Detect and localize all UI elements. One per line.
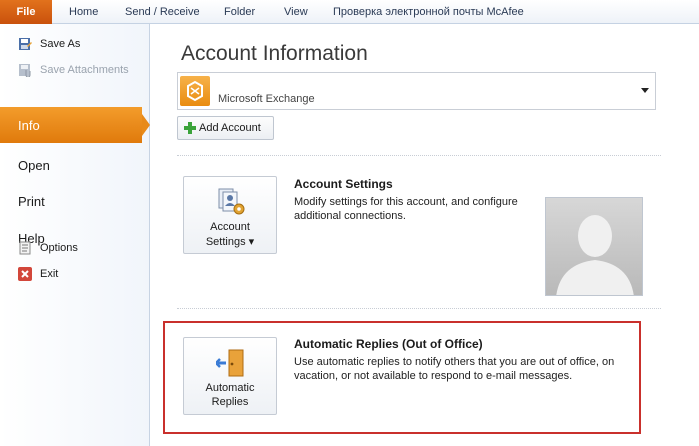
save-as-label: Save As (40, 38, 81, 50)
add-account-label: Add Account (199, 122, 261, 134)
tab-view[interactable]: View (284, 0, 308, 24)
account-info-panel: Account Information Microsoft Exchange A… (151, 24, 699, 446)
nav-open-label: Open (18, 157, 50, 173)
exit-label: Exit (40, 268, 59, 280)
account-settings-line1: Account (210, 221, 250, 233)
account-settings-description: Modify settings for this account, and co… (294, 195, 518, 223)
options-icon (18, 241, 32, 255)
save-as-button[interactable]: Save As (18, 34, 80, 54)
tab-file[interactable]: File (0, 0, 52, 24)
tab-send-receive[interactable]: Send / Receive (125, 0, 200, 24)
nav-info-label: Info (18, 117, 40, 133)
section-divider-2 (177, 308, 661, 309)
nav-active-arrow (142, 114, 150, 136)
account-settings-desc-line2: additional connections. (294, 210, 406, 222)
page-title: Account Information (181, 42, 368, 65)
tab-folder[interactable]: Folder (224, 0, 255, 24)
account-settings-icon (216, 187, 246, 217)
exit-button[interactable]: Exit (18, 264, 58, 284)
exit-icon (18, 267, 32, 281)
automatic-replies-desc-line1: Use automatic replies to notify others t… (294, 356, 615, 368)
nav-print[interactable]: Print (18, 189, 45, 213)
options-label: Options (40, 242, 78, 254)
exchange-icon (180, 76, 210, 106)
section-divider (177, 155, 661, 156)
chevron-down-icon[interactable] (641, 88, 649, 93)
automatic-replies-button[interactable]: Automatic Replies (183, 337, 277, 415)
contact-photo[interactable] (545, 197, 643, 296)
account-type: Microsoft Exchange (218, 93, 315, 105)
account-settings-line2: Settings ▾ (205, 236, 255, 248)
account-settings-desc-line1: Modify settings for this account, and co… (294, 196, 518, 208)
tab-home[interactable]: Home (69, 0, 98, 24)
nav-open[interactable]: Open (18, 153, 50, 177)
save-as-icon (18, 37, 32, 51)
save-attachments-button[interactable]: Save Attachments (18, 60, 129, 80)
tab-mcafee[interactable]: Проверка электронной почты McAfee (333, 0, 524, 24)
attachment-icon (18, 63, 32, 77)
account-settings-title: Account Settings (294, 177, 393, 191)
account-selector[interactable]: Microsoft Exchange (177, 72, 656, 110)
automatic-replies-title: Automatic Replies (Out of Office) (294, 337, 483, 351)
person-silhouette-icon (556, 215, 634, 295)
door-arrow-icon (214, 348, 246, 378)
automatic-replies-line1: Automatic (205, 382, 255, 394)
automatic-replies-desc-line2: vacation, or not available to respond to… (294, 370, 573, 382)
automatic-replies-description: Use automatic replies to notify others t… (294, 355, 614, 383)
ribbon-tab-bar: File Home Send / Receive Folder View Про… (0, 0, 699, 24)
backstage-nav: Save As Save Attachments Info Open Print… (0, 24, 150, 446)
automatic-replies-line2: Replies (211, 396, 249, 408)
account-settings-button[interactable]: Account Settings ▾ (183, 176, 277, 254)
options-button[interactable]: Options (18, 238, 78, 258)
nav-print-label: Print (18, 193, 45, 209)
add-account-button[interactable]: Add Account (177, 116, 274, 140)
save-attachments-label: Save Attachments (40, 64, 129, 76)
nav-info[interactable]: Info (0, 107, 142, 143)
plus-icon (184, 122, 196, 134)
